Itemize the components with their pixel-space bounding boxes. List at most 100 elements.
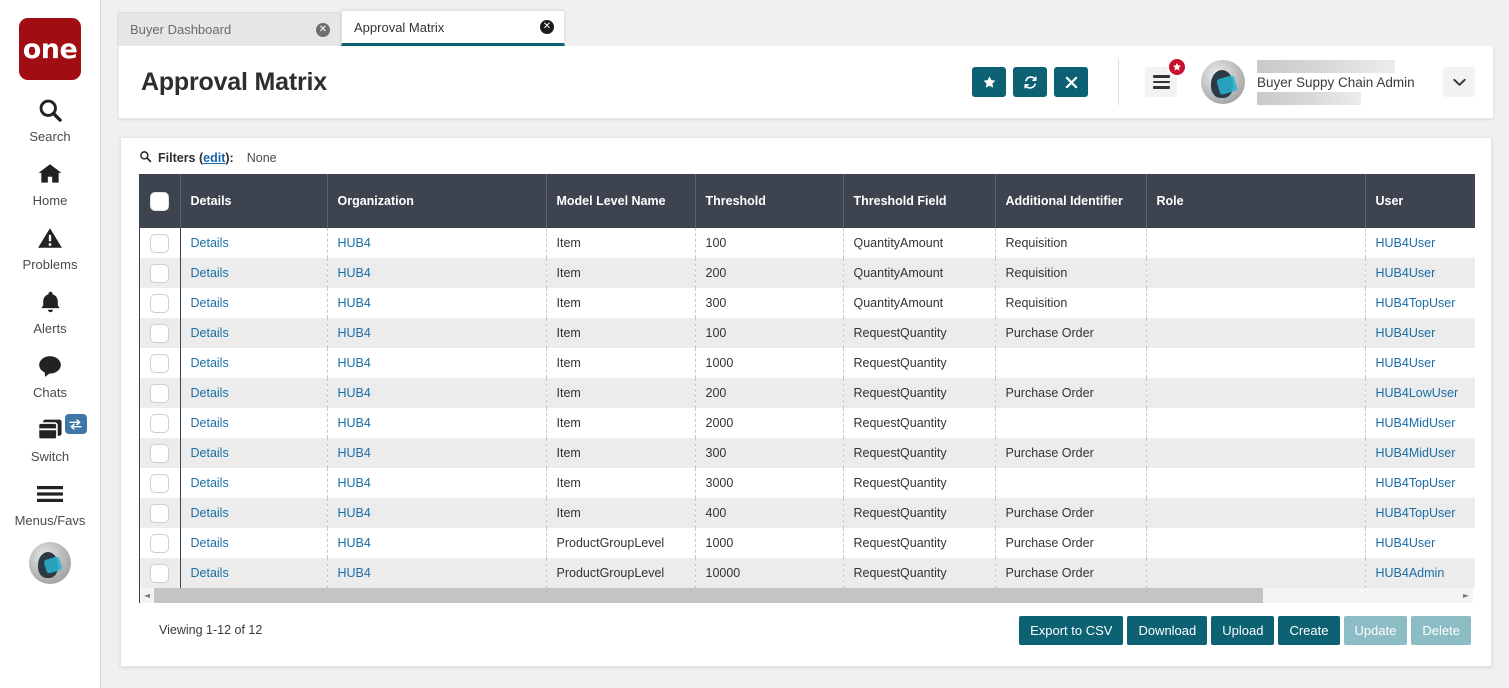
- cell-user[interactable]: HUB4Admin: [1365, 558, 1475, 588]
- col-threshold-field[interactable]: Threshold Field: [843, 174, 995, 228]
- cell-user[interactable]: HUB4User: [1365, 318, 1475, 348]
- row-checkbox[interactable]: [150, 564, 169, 583]
- table-row[interactable]: DetailsHUB4ProductGroupLevel1000RequestQ…: [140, 528, 1475, 558]
- cell-details[interactable]: Details: [180, 348, 327, 378]
- table-row[interactable]: DetailsHUB4Item1000RequestQuantityHUB4Us…: [140, 348, 1475, 378]
- table-row[interactable]: DetailsHUB4Item300RequestQuantityPurchas…: [140, 438, 1475, 468]
- menu-button[interactable]: [1145, 67, 1177, 97]
- cell-user[interactable]: HUB4TopUser: [1365, 288, 1475, 318]
- sidebar-item-home[interactable]: Home: [0, 158, 101, 208]
- cell-user[interactable]: HUB4User: [1365, 348, 1475, 378]
- upload-button[interactable]: Upload: [1211, 616, 1274, 645]
- col-role[interactable]: Role: [1146, 174, 1365, 228]
- avatar[interactable]: [29, 542, 71, 584]
- refresh-button[interactable]: [1013, 67, 1047, 97]
- redacted-bar-bottom: [1257, 92, 1361, 105]
- row-checkbox[interactable]: [150, 444, 169, 463]
- row-checkbox[interactable]: [150, 474, 169, 493]
- cell-details[interactable]: Details: [180, 318, 327, 348]
- close-circle-icon[interactable]: ✕: [540, 20, 554, 34]
- app-logo[interactable]: one: [19, 18, 81, 80]
- row-checkbox[interactable]: [150, 354, 169, 373]
- cell-user[interactable]: HUB4User: [1365, 528, 1475, 558]
- row-checkbox[interactable]: [150, 384, 169, 403]
- user-avatar[interactable]: [1201, 60, 1245, 104]
- cell-details[interactable]: Details: [180, 258, 327, 288]
- table-row[interactable]: DetailsHUB4Item3000RequestQuantityHUB4To…: [140, 468, 1475, 498]
- cell-organization[interactable]: HUB4: [327, 528, 546, 558]
- row-checkbox[interactable]: [150, 414, 169, 433]
- col-organization[interactable]: Organization: [327, 174, 546, 228]
- sidebar-item-menus-favs[interactable]: Menus/Favs: [0, 478, 101, 528]
- cell-details[interactable]: Details: [180, 498, 327, 528]
- sidebar-item-problems[interactable]: Problems: [0, 222, 101, 272]
- close-circle-icon[interactable]: ✕: [316, 23, 330, 37]
- cell-organization[interactable]: HUB4: [327, 258, 546, 288]
- download-button[interactable]: Download: [1127, 616, 1207, 645]
- table-header-row: Details Organization Model Level Name Th…: [140, 174, 1475, 228]
- close-button[interactable]: [1054, 67, 1088, 97]
- create-button[interactable]: Create: [1278, 616, 1339, 645]
- table-row[interactable]: DetailsHUB4Item100QuantityAmountRequisit…: [140, 228, 1475, 258]
- cell-organization[interactable]: HUB4: [327, 468, 546, 498]
- sidebar-item-chats[interactable]: Chats: [0, 350, 101, 400]
- cell-organization[interactable]: HUB4: [327, 498, 546, 528]
- table-row[interactable]: DetailsHUB4Item400RequestQuantityPurchas…: [140, 498, 1475, 528]
- cell-user[interactable]: HUB4TopUser: [1365, 498, 1475, 528]
- row-checkbox[interactable]: [150, 294, 169, 313]
- export-to-csv-button[interactable]: Export to CSV: [1019, 616, 1123, 645]
- sidebar-item-switch[interactable]: Switch: [0, 414, 101, 464]
- cell-organization[interactable]: HUB4: [327, 228, 546, 258]
- table-row[interactable]: DetailsHUB4Item2000RequestQuantityHUB4Mi…: [140, 408, 1475, 438]
- cell-details[interactable]: Details: [180, 228, 327, 258]
- filters-edit-link[interactable]: edit: [203, 151, 225, 165]
- col-threshold[interactable]: Threshold: [695, 174, 843, 228]
- row-checkbox[interactable]: [150, 324, 169, 343]
- cell-details[interactable]: Details: [180, 378, 327, 408]
- cell-details[interactable]: Details: [180, 438, 327, 468]
- col-additional-identifier[interactable]: Additional Identifier: [995, 174, 1146, 228]
- tab-buyer-dashboard[interactable]: Buyer Dashboard ✕: [117, 12, 341, 46]
- cell-user[interactable]: HUB4User: [1365, 228, 1475, 258]
- sidebar-label-home: Home: [33, 193, 68, 208]
- cell-user[interactable]: HUB4MidUser: [1365, 438, 1475, 468]
- sidebar-item-alerts[interactable]: Alerts: [0, 286, 101, 336]
- cell-organization[interactable]: HUB4: [327, 378, 546, 408]
- col-details[interactable]: Details: [180, 174, 327, 228]
- table-row[interactable]: DetailsHUB4Item100RequestQuantityPurchas…: [140, 318, 1475, 348]
- cell-organization[interactable]: HUB4: [327, 348, 546, 378]
- cell-model-level-name: Item: [546, 468, 695, 498]
- select-all-checkbox[interactable]: [150, 192, 169, 211]
- cell-threshold: 2000: [695, 408, 843, 438]
- user-menu-chevron-down-icon[interactable]: [1443, 67, 1475, 97]
- cell-user[interactable]: HUB4TopUser: [1365, 468, 1475, 498]
- cell-organization[interactable]: HUB4: [327, 318, 546, 348]
- cell-details[interactable]: Details: [180, 558, 327, 588]
- cell-organization[interactable]: HUB4: [327, 288, 546, 318]
- row-checkbox[interactable]: [150, 534, 169, 553]
- cell-user[interactable]: HUB4MidUser: [1365, 408, 1475, 438]
- row-checkbox[interactable]: [150, 234, 169, 253]
- table-row[interactable]: DetailsHUB4Item300QuantityAmountRequisit…: [140, 288, 1475, 318]
- cell-details[interactable]: Details: [180, 468, 327, 498]
- cell-details[interactable]: Details: [180, 288, 327, 318]
- cell-user[interactable]: HUB4User: [1365, 258, 1475, 288]
- row-checkbox[interactable]: [150, 264, 169, 283]
- cell-organization[interactable]: HUB4: [327, 558, 546, 588]
- swap-arrows-icon[interactable]: [65, 414, 87, 434]
- table-row[interactable]: DetailsHUB4Item200RequestQuantityPurchas…: [140, 378, 1475, 408]
- cell-details[interactable]: Details: [180, 408, 327, 438]
- sidebar-item-search[interactable]: Search: [0, 94, 101, 144]
- cell-details[interactable]: Details: [180, 528, 327, 558]
- cell-organization[interactable]: HUB4: [327, 408, 546, 438]
- col-user[interactable]: User: [1365, 174, 1475, 228]
- table-row[interactable]: DetailsHUB4ProductGroupLevel10000Request…: [140, 558, 1475, 588]
- cell-user[interactable]: HUB4LowUser: [1365, 378, 1475, 408]
- col-model-level-name[interactable]: Model Level Name: [546, 174, 695, 228]
- cell-threshold-field: RequestQuantity: [843, 318, 995, 348]
- cell-organization[interactable]: HUB4: [327, 438, 546, 468]
- favorite-button[interactable]: [972, 67, 1006, 97]
- row-checkbox[interactable]: [150, 504, 169, 523]
- table-row[interactable]: DetailsHUB4Item200QuantityAmountRequisit…: [140, 258, 1475, 288]
- tab-approval-matrix[interactable]: Approval Matrix ✕: [341, 10, 565, 46]
